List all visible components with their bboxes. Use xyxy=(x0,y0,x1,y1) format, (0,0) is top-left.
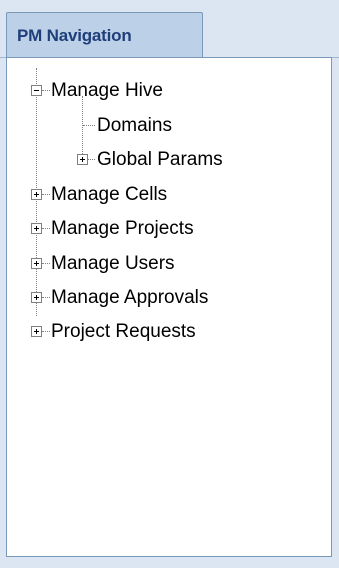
tree-item-manage-approvals[interactable]: Manage Approvals xyxy=(7,282,327,312)
tree-item-manage-hive[interactable]: Manage Hive xyxy=(7,75,327,105)
collapse-icon[interactable] xyxy=(31,85,42,96)
expand-icon[interactable] xyxy=(31,326,42,337)
expand-icon[interactable] xyxy=(77,154,88,165)
tree-item-label: Project Requests xyxy=(51,321,196,342)
tree-item-manage-cells[interactable]: Manage Cells xyxy=(7,179,327,209)
tree-connector xyxy=(42,194,50,195)
tree-connector xyxy=(88,159,95,160)
tab-label: PM Navigation xyxy=(17,26,132,45)
expand-icon[interactable] xyxy=(31,223,42,234)
tree-item-label: Manage Hive xyxy=(51,80,163,101)
tree-item-label: Manage Projects xyxy=(51,218,194,239)
expand-icon[interactable] xyxy=(31,189,42,200)
tree-connector xyxy=(42,263,50,264)
tree-connector xyxy=(42,331,50,332)
expand-icon[interactable] xyxy=(31,258,42,269)
navigation-tree: Manage Hive Domains Global Params Manage… xyxy=(7,58,331,556)
tree-item-label: Domains xyxy=(97,115,172,136)
tree-item-manage-projects[interactable]: Manage Projects xyxy=(7,213,327,243)
tree-connector xyxy=(42,90,50,91)
expand-icon[interactable] xyxy=(31,292,42,303)
tree-item-label: Manage Approvals xyxy=(51,287,209,308)
window-bottom-edge xyxy=(0,557,339,568)
tree-connector xyxy=(42,297,50,298)
tree-item-label: Manage Users xyxy=(51,253,175,274)
tab-strip: PM Navigation xyxy=(0,0,339,58)
tree-item-label: Global Params xyxy=(97,149,223,170)
tree-item-manage-users[interactable]: Manage Users xyxy=(7,248,327,278)
tree-item-global-params[interactable]: Global Params xyxy=(7,144,327,174)
tab-pm-navigation[interactable]: PM Navigation xyxy=(6,12,203,58)
tree-item-project-requests[interactable]: Project Requests xyxy=(7,316,327,346)
navigation-panel: Manage Hive Domains Global Params Manage… xyxy=(6,57,332,557)
tree-item-label: Manage Cells xyxy=(51,184,168,205)
tree-connector xyxy=(42,228,50,229)
tree-item-domains[interactable]: Domains xyxy=(7,110,327,140)
tree-connector xyxy=(83,125,95,126)
